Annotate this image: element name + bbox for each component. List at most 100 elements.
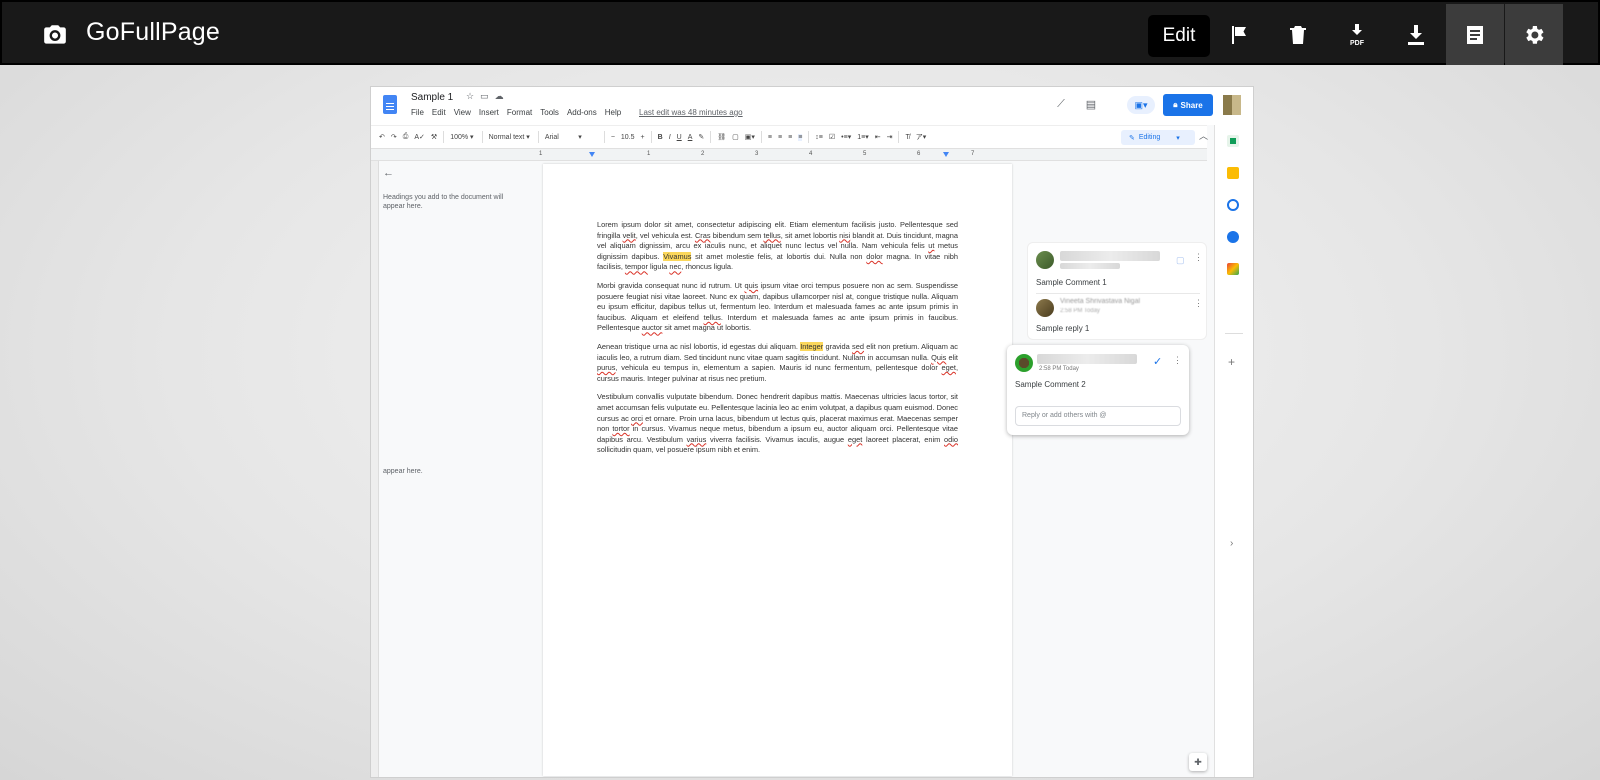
font-size-decrease-icon[interactable]: − (611, 134, 615, 141)
resolve-check-icon[interactable]: ✓ (1153, 355, 1162, 368)
maps-icon[interactable] (1227, 263, 1239, 275)
font-size-input[interactable]: 10.5 (621, 134, 635, 141)
flag-button[interactable] (1210, 4, 1268, 65)
docs-logo-icon[interactable] (383, 95, 397, 114)
more-options-icon[interactable]: ⋮ (1173, 355, 1182, 366)
delete-button[interactable] (1269, 4, 1327, 65)
print-icon[interactable]: ⎙ (403, 133, 409, 141)
reply-time: 2:58 PM Today (1060, 308, 1100, 314)
paragraph: Lorem ipsum dolor sit amet, consectetur … (597, 220, 959, 272)
expand-panel-icon[interactable]: › (1230, 538, 1233, 549)
document-view-button[interactable] (1446, 4, 1504, 65)
align-right-icon[interactable]: ≡ (788, 134, 792, 141)
comment-icon[interactable]: ▢ (732, 133, 739, 141)
document-body[interactable]: Lorem ipsum dolor sit amet, consectetur … (597, 220, 958, 464)
menu-view[interactable]: View (454, 108, 471, 117)
menu-insert[interactable]: Insert (479, 108, 499, 117)
keep-icon[interactable] (1227, 167, 1239, 179)
present-button[interactable]: ▣▾ (1127, 96, 1155, 114)
menu-help[interactable]: Help (605, 108, 621, 117)
comment-highlight[interactable]: Integer (800, 341, 824, 351)
more-options-icon[interactable]: ⋮ (1194, 252, 1203, 263)
present-icon: ▣▾ (1134, 99, 1148, 110)
bold-icon[interactable]: B (658, 134, 663, 141)
menu-format[interactable]: Format (507, 108, 532, 117)
cloud-icon[interactable]: ☁ (495, 91, 510, 101)
settings-button[interactable] (1505, 4, 1563, 65)
right-indent-marker[interactable] (943, 152, 949, 157)
align-center-icon[interactable]: ≡ (778, 134, 782, 141)
indent-marker[interactable] (589, 152, 595, 157)
paint-format-icon[interactable]: ⚒ (431, 133, 437, 141)
underline-icon[interactable]: U (677, 134, 682, 141)
redacted-author-name (1037, 354, 1137, 364)
contacts-icon[interactable] (1227, 231, 1239, 243)
activity-icon[interactable]: ⟋ (1053, 96, 1069, 112)
star-icon[interactable]: ☆ (466, 91, 480, 101)
undo-icon[interactable]: ↶ (379, 133, 385, 141)
download-pdf-button[interactable]: PDF (1328, 4, 1386, 65)
font-select[interactable]: Arial ▾ (545, 133, 582, 141)
input-tools-icon[interactable]: ア▾ (916, 132, 927, 142)
highlight-icon[interactable]: ✎ (698, 133, 704, 141)
sheets-icon[interactable] (1227, 135, 1239, 147)
last-edit-link[interactable]: Last edit was 48 minutes ago (639, 108, 743, 117)
checklist-icon[interactable]: ☑ (829, 133, 835, 141)
comment-thread-2[interactable]: 2:58 PM Today ✓ ⋮ Sample Comment 2 Reply… (1007, 345, 1189, 435)
paragraph: Aenean tristique urna ac nisl lobortis, … (597, 341, 958, 383)
edit-button[interactable]: Edit (1148, 15, 1210, 57)
font-size-increase-icon[interactable]: + (641, 134, 645, 141)
more-options-icon[interactable]: ⋮ (1194, 298, 1203, 309)
menu-tools[interactable]: Tools (540, 108, 559, 117)
comment-highlight[interactable]: Vivamus (663, 251, 692, 261)
link-icon[interactable]: ⛓ (717, 133, 726, 141)
image-icon[interactable]: ▣▾ (745, 133, 755, 141)
menu-addons[interactable]: Add-ons (567, 108, 597, 117)
clear-formatting-icon[interactable]: T̸ (905, 134, 909, 141)
toolbar-divider (710, 131, 712, 143)
tasks-icon[interactable] (1227, 199, 1239, 211)
menu-file[interactable]: File (411, 108, 424, 117)
document-outline: ← Headings you add to the document will … (383, 167, 523, 211)
explore-icon[interactable]: ✚ (1189, 753, 1207, 771)
folder-icon[interactable]: ▭ (480, 91, 495, 101)
ruler-number: 5 (863, 151, 867, 157)
comment-history-icon[interactable]: ▤ (1083, 96, 1099, 112)
comment-time: 2:58 PM Today (1039, 366, 1079, 372)
toolbar-divider (808, 131, 810, 143)
lock-icon: 🔒︎ (1173, 100, 1178, 109)
justify-icon[interactable]: ≡ (798, 133, 803, 141)
redacted-author-name (1060, 251, 1160, 261)
resolve-icon[interactable]: ▢ (1176, 255, 1185, 266)
bulleted-list-icon[interactable]: •≡▾ (841, 133, 851, 141)
decrease-indent-icon[interactable]: ⇤ (875, 133, 881, 141)
style-select[interactable]: Normal text ▾ (489, 133, 530, 141)
comment-text: Sample Comment 2 (1015, 380, 1086, 389)
share-button[interactable]: 🔒︎ Share (1163, 94, 1213, 116)
align-left-icon[interactable]: ≡ (768, 134, 772, 141)
text-color-icon[interactable]: A (688, 134, 693, 141)
zoom-select[interactable]: 100% ▾ (450, 133, 473, 141)
collapse-menus-icon[interactable]: ︿ (1199, 129, 1208, 142)
line-spacing-icon[interactable]: ↕≡ (815, 134, 823, 141)
add-addon-icon[interactable]: + (1228, 355, 1235, 369)
spellcheck-icon[interactable]: A✓ (414, 133, 425, 141)
download-pdf-icon: PDF (1350, 23, 1365, 47)
document-page[interactable]: Lorem ipsum dolor sit amet, consectetur … (543, 164, 1012, 776)
document-title[interactable]: Sample 1 (411, 92, 453, 103)
account-avatar[interactable] (1223, 95, 1241, 115)
download-button[interactable] (1387, 4, 1445, 65)
increase-indent-icon[interactable]: ⇥ (887, 133, 893, 141)
numbered-list-icon[interactable]: 1≡▾ (857, 133, 869, 141)
share-label: Share (1180, 100, 1203, 110)
italic-icon[interactable]: I (669, 134, 671, 141)
editing-mode-select[interactable]: ✎ Editing ▾ (1121, 130, 1195, 145)
back-arrow-icon[interactable]: ← (383, 167, 523, 179)
reply-input[interactable]: Reply or add others with @ (1015, 406, 1181, 426)
camera-icon (44, 25, 66, 44)
flag-icon (1232, 25, 1246, 44)
comment-thread-1[interactable]: ▢ ⋮ Sample Comment 1 Vineeta Shrivastava… (1027, 242, 1207, 340)
paragraph: Morbi gravida consequat nunc id rutrum. … (597, 280, 958, 333)
redo-icon[interactable]: ↷ (391, 133, 397, 141)
menu-edit[interactable]: Edit (432, 108, 446, 117)
